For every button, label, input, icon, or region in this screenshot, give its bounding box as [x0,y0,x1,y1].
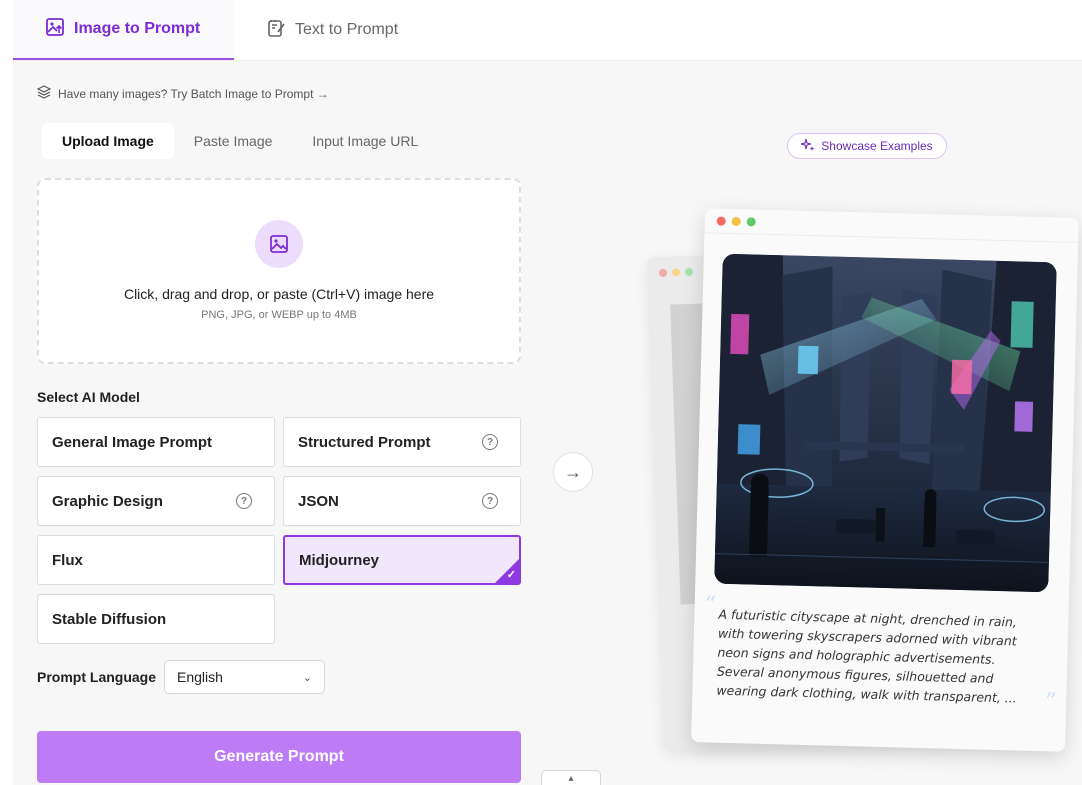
prompt-language-value: English [177,669,223,685]
tab-paste-image[interactable]: Paste Image [174,123,293,159]
dropzone-title: Click, drag and drop, or paste (Ctrl+V) … [123,286,435,302]
dropzone-subtitle: PNG, JPG, or WEBP up to 4MB [201,309,357,321]
model-option-structured-prompt[interactable]: Structured Prompt ? [283,417,521,467]
help-icon[interactable]: ? [482,434,498,450]
prompt-language-label: Prompt Language [37,669,157,685]
tab-image-to-prompt-label: Image to Prompt [74,20,201,37]
window-titlebar-divider [704,232,1079,243]
window-dots [716,216,756,227]
model-option-flux[interactable]: Flux [37,535,275,585]
arrow-right-icon[interactable]: → [553,452,593,492]
image-icon [255,220,303,268]
tab-text-to-prompt-label: Text to Prompt [295,21,399,38]
top-tabs: Image to Prompt Text to Prompt [13,0,1082,61]
tab-text-to-prompt[interactable]: Text to Prompt [234,0,430,60]
batch-hint-text: Have many images? Try Batch Image to Pro… [58,86,329,101]
help-icon[interactable]: ? [482,493,498,509]
model-grid: General Image Prompt Structured Prompt ?… [37,417,521,644]
prompt-language-select[interactable]: English ⌄ [164,660,326,694]
model-option-graphic-design[interactable]: Graphic Design ? [37,476,275,526]
prompt-language-row: Prompt Language English ⌄ [37,660,326,694]
showcase-examples-button[interactable]: Showcase Examples [787,133,947,159]
edit-note-icon [266,18,286,43]
help-icon[interactable]: ? [236,493,252,509]
preview-card: “ A futuristic cityscape at night, drenc… [691,208,1079,752]
tab-image-to-prompt[interactable]: Image to Prompt [13,0,234,60]
model-option-general-image-prompt[interactable]: General Image Prompt [37,417,275,467]
model-option-label: General Image Prompt [52,433,213,451]
sparkle-icon [801,138,815,155]
batch-hint-link[interactable]: Have many images? Try Batch Image to Pro… [36,85,329,102]
main-panel: Have many images? Try Batch Image to Pro… [13,61,1082,785]
preview-image [714,253,1057,593]
chevron-down-icon: ⌄ [302,671,313,684]
model-option-label: JSON [298,492,339,510]
model-option-label: Stable Diffusion [52,610,167,628]
tab-input-image-url[interactable]: Input Image URL [292,123,438,159]
model-option-label: Flux [52,551,83,569]
model-option-label: Graphic Design [52,492,163,510]
preview-caption: A futuristic cityscape at night, drenche… [716,606,1018,706]
model-option-label: Structured Prompt [298,433,431,451]
image-dropzone[interactable]: Click, drag and drop, or paste (Ctrl+V) … [37,178,521,364]
layers-icon [36,85,52,102]
quote-close-icon: ” [1044,689,1057,715]
generate-prompt-button[interactable]: Generate Prompt [37,731,521,783]
quote-open-icon: “ [704,592,717,618]
chevron-up-icon: ▴ [568,773,574,784]
upload-method-tabs: Upload Image Paste Image Input Image URL [42,123,438,159]
showcase-examples-label: Showcase Examples [821,139,933,153]
model-option-stable-diffusion[interactable]: Stable Diffusion [37,594,275,644]
model-section-label: Select AI Model [37,389,140,405]
model-option-json[interactable]: JSON ? [283,476,521,526]
window-dots [658,267,694,278]
model-option-label: Midjourney [299,551,380,569]
model-option-midjourney[interactable]: Midjourney ✓ [283,535,521,585]
scroll-up-tab[interactable]: ▴ [541,770,601,785]
tab-upload-image[interactable]: Upload Image [42,123,174,159]
image-upload-icon [45,17,65,42]
checkmark-icon: ✓ [506,569,516,581]
